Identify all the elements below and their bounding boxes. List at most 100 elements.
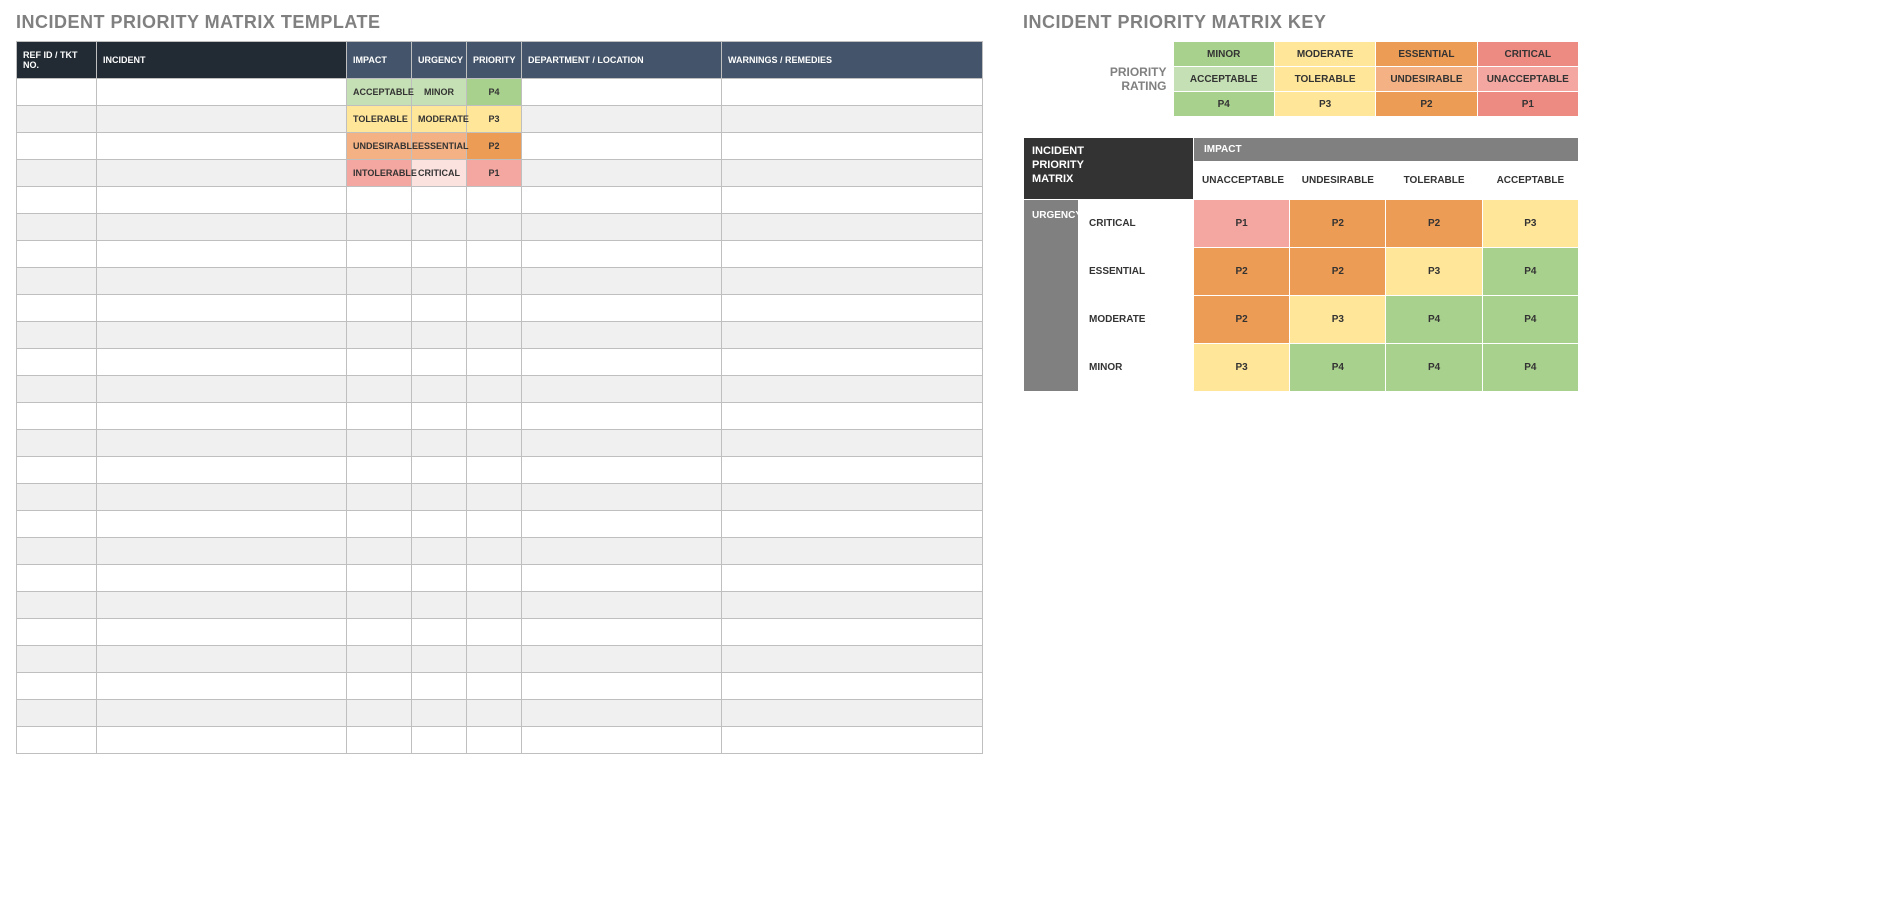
- cell[interactable]: [412, 565, 467, 592]
- cell[interactable]: [412, 430, 467, 457]
- cell[interactable]: [467, 646, 522, 673]
- cell[interactable]: [17, 511, 97, 538]
- cell[interactable]: [412, 673, 467, 700]
- cell[interactable]: [467, 430, 522, 457]
- cell[interactable]: [722, 457, 983, 484]
- cell[interactable]: [347, 295, 412, 322]
- cell[interactable]: [467, 403, 522, 430]
- cell[interactable]: [522, 538, 722, 565]
- cell[interactable]: [347, 592, 412, 619]
- cell[interactable]: [522, 511, 722, 538]
- cell[interactable]: [467, 457, 522, 484]
- cell[interactable]: [97, 79, 347, 106]
- cell[interactable]: [97, 403, 347, 430]
- cell[interactable]: [467, 241, 522, 268]
- cell[interactable]: [467, 376, 522, 403]
- cell[interactable]: [522, 295, 722, 322]
- cell[interactable]: [17, 592, 97, 619]
- cell[interactable]: [17, 646, 97, 673]
- cell[interactable]: [722, 430, 983, 457]
- cell[interactable]: [522, 565, 722, 592]
- cell[interactable]: [467, 187, 522, 214]
- cell[interactable]: [467, 619, 522, 646]
- cell[interactable]: [522, 160, 722, 187]
- cell[interactable]: [347, 403, 412, 430]
- cell[interactable]: [17, 268, 97, 295]
- cell[interactable]: [17, 484, 97, 511]
- cell[interactable]: [412, 268, 467, 295]
- cell[interactable]: [522, 619, 722, 646]
- cell[interactable]: [17, 376, 97, 403]
- cell[interactable]: P3: [467, 106, 522, 133]
- cell[interactable]: [522, 484, 722, 511]
- cell[interactable]: [97, 727, 347, 754]
- cell[interactable]: [347, 187, 412, 214]
- cell[interactable]: [522, 268, 722, 295]
- cell[interactable]: ACCEPTABLE: [347, 79, 412, 106]
- cell[interactable]: [97, 133, 347, 160]
- cell[interactable]: [722, 241, 983, 268]
- cell[interactable]: [97, 268, 347, 295]
- cell[interactable]: P1: [467, 160, 522, 187]
- cell[interactable]: [467, 511, 522, 538]
- cell[interactable]: [17, 565, 97, 592]
- cell[interactable]: [722, 700, 983, 727]
- cell[interactable]: [347, 646, 412, 673]
- cell[interactable]: [347, 673, 412, 700]
- cell[interactable]: [347, 349, 412, 376]
- cell[interactable]: [97, 376, 347, 403]
- cell[interactable]: [97, 565, 347, 592]
- cell[interactable]: [467, 349, 522, 376]
- cell[interactable]: [467, 484, 522, 511]
- cell[interactable]: CRITICAL: [412, 160, 467, 187]
- cell[interactable]: [97, 619, 347, 646]
- cell[interactable]: [522, 403, 722, 430]
- cell[interactable]: [412, 511, 467, 538]
- cell[interactable]: [347, 376, 412, 403]
- cell[interactable]: [17, 241, 97, 268]
- cell[interactable]: [522, 673, 722, 700]
- cell[interactable]: [522, 322, 722, 349]
- cell[interactable]: TOLERABLE: [347, 106, 412, 133]
- cell[interactable]: [722, 160, 983, 187]
- cell[interactable]: [347, 565, 412, 592]
- cell[interactable]: [722, 646, 983, 673]
- cell[interactable]: [412, 619, 467, 646]
- cell[interactable]: [97, 349, 347, 376]
- cell[interactable]: [17, 457, 97, 484]
- cell[interactable]: [97, 646, 347, 673]
- cell[interactable]: UNDESIRABLE: [347, 133, 412, 160]
- cell[interactable]: [722, 403, 983, 430]
- cell[interactable]: [722, 322, 983, 349]
- cell[interactable]: [722, 79, 983, 106]
- cell[interactable]: [17, 133, 97, 160]
- cell[interactable]: [97, 538, 347, 565]
- cell[interactable]: [722, 592, 983, 619]
- cell[interactable]: [722, 214, 983, 241]
- cell[interactable]: [412, 295, 467, 322]
- cell[interactable]: [97, 700, 347, 727]
- cell[interactable]: [17, 349, 97, 376]
- cell[interactable]: [722, 511, 983, 538]
- cell[interactable]: [412, 241, 467, 268]
- cell[interactable]: [412, 646, 467, 673]
- cell[interactable]: [412, 457, 467, 484]
- cell[interactable]: [17, 430, 97, 457]
- cell[interactable]: [17, 214, 97, 241]
- cell[interactable]: [467, 592, 522, 619]
- cell[interactable]: [412, 403, 467, 430]
- cell[interactable]: [722, 187, 983, 214]
- cell[interactable]: [522, 592, 722, 619]
- cell[interactable]: [347, 268, 412, 295]
- cell[interactable]: [97, 457, 347, 484]
- cell[interactable]: [97, 484, 347, 511]
- cell[interactable]: [412, 214, 467, 241]
- cell[interactable]: [467, 322, 522, 349]
- cell[interactable]: [467, 565, 522, 592]
- cell[interactable]: [17, 322, 97, 349]
- cell[interactable]: [522, 214, 722, 241]
- cell[interactable]: [97, 187, 347, 214]
- cell[interactable]: [347, 727, 412, 754]
- cell[interactable]: INTOLERABLE: [347, 160, 412, 187]
- cell[interactable]: [522, 241, 722, 268]
